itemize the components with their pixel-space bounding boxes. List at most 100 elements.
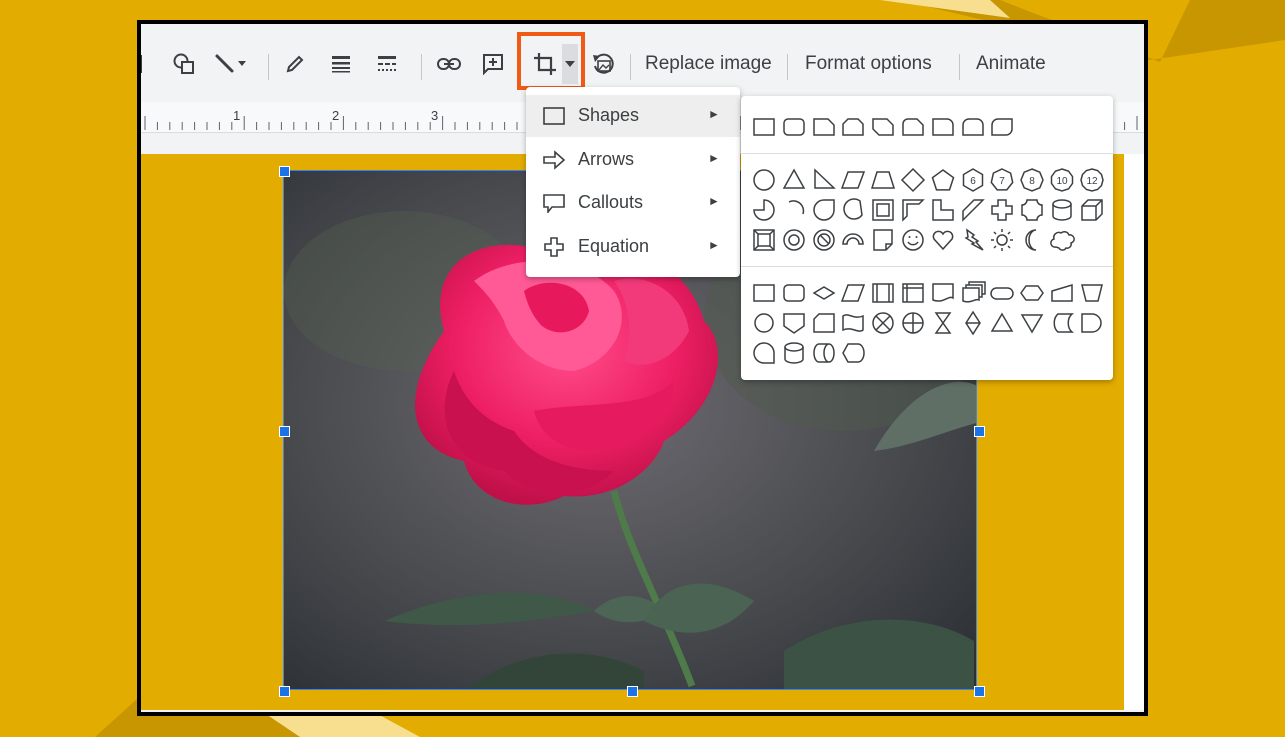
crop-highlight-box	[517, 32, 585, 90]
shape-decagon-icon[interactable]: 10	[1049, 167, 1075, 193]
shape-flow-manual-input-icon[interactable]	[1049, 280, 1075, 306]
svg-text:6: 6	[970, 176, 976, 187]
shape-flow-display-icon[interactable]	[840, 340, 866, 366]
shape-arc-icon[interactable]	[781, 197, 807, 223]
shape-dodecagon-icon[interactable]: 12	[1079, 167, 1105, 193]
shape-flow-offpage-icon[interactable]	[781, 310, 807, 336]
shape-cross-icon[interactable]	[989, 197, 1015, 223]
shape-oval-icon[interactable]	[751, 167, 777, 193]
shape-flow-sort-icon[interactable]	[960, 310, 986, 336]
resize-handle[interactable]	[279, 426, 290, 437]
shape-round-same-side-icon[interactable]	[960, 114, 986, 140]
shape-plaque-icon[interactable]	[1019, 197, 1045, 223]
border-weight-icon[interactable]	[327, 48, 355, 80]
link-icon[interactable]	[435, 48, 463, 80]
shape-triangle-icon[interactable]	[781, 167, 807, 193]
ruler-mark: 1	[233, 108, 241, 123]
menu-item-arrows[interactable]: Arrows ►	[526, 139, 740, 181]
add-comment-icon[interactable]	[479, 48, 507, 80]
border-dash-icon[interactable]	[373, 48, 401, 80]
shape-teardrop-icon[interactable]	[811, 197, 837, 223]
shape-cube-icon[interactable]	[1079, 197, 1105, 223]
shape-snip-same-side-icon[interactable]	[840, 114, 866, 140]
shape-donut-icon[interactable]	[781, 227, 807, 253]
menu-item-label: Arrows	[578, 149, 635, 169]
shape-rounded-rectangle-icon[interactable]	[781, 114, 807, 140]
shape-folded-corner-icon[interactable]	[870, 227, 896, 253]
shape-flow-connector-icon[interactable]	[751, 310, 777, 336]
shape-flow-data-icon[interactable]	[840, 280, 866, 306]
shape-block-arc-icon[interactable]	[840, 227, 866, 253]
shape-diagonal-stripe-icon[interactable]	[960, 197, 986, 223]
shape-octagon-icon[interactable]: 8	[1019, 167, 1045, 193]
shape-no-symbol-icon[interactable]	[811, 227, 837, 253]
shape-snip-corner-icon[interactable]	[811, 114, 837, 140]
shape-flow-delay-icon[interactable]	[1079, 310, 1105, 336]
shape-flow-stored-data-icon[interactable]	[1049, 310, 1075, 336]
shape-flow-preparation-icon[interactable]	[1019, 280, 1045, 306]
shape-round-diagonal-icon[interactable]	[989, 114, 1015, 140]
menu-item-callouts[interactable]: Callouts ►	[526, 182, 740, 224]
shape-flow-terminator-icon[interactable]	[989, 280, 1015, 306]
shape-round-snip-icon[interactable]	[900, 114, 926, 140]
shape-flow-collate-icon[interactable]	[930, 310, 956, 336]
shape-flow-merge-icon[interactable]	[1019, 310, 1045, 336]
menu-item-label: Shapes	[578, 105, 640, 125]
shape-sun-icon[interactable]	[989, 227, 1015, 253]
shape-l-shape-icon[interactable]	[930, 197, 956, 223]
shape-half-frame-icon[interactable]	[900, 197, 926, 223]
shape-chord-icon[interactable]	[840, 197, 866, 223]
shape-flow-internal-storage-icon[interactable]	[900, 280, 926, 306]
shape-flow-card-icon[interactable]	[811, 310, 837, 336]
shape-frame-icon[interactable]	[870, 197, 896, 223]
shape-trapezoid-icon[interactable]	[870, 167, 896, 193]
shape-lightning-icon[interactable]	[960, 227, 986, 253]
shape-flow-document-icon[interactable]	[930, 280, 956, 306]
resize-handle[interactable]	[279, 166, 290, 177]
shape-heptagon-icon[interactable]: 7	[989, 167, 1015, 193]
format-options-button[interactable]: Format options	[805, 50, 932, 78]
shape-snip-diagonal-icon[interactable]	[870, 114, 896, 140]
menu-item-shapes[interactable]: Shapes ►	[526, 95, 740, 137]
shape-flow-predefined-icon[interactable]	[870, 280, 896, 306]
partial-toolbar-icon[interactable]	[141, 48, 147, 80]
shape-parallelogram-icon[interactable]	[840, 167, 866, 193]
shape-pie-icon[interactable]	[751, 197, 777, 223]
animate-button[interactable]: Animate	[976, 50, 1046, 78]
shape-diamond-icon[interactable]	[900, 167, 926, 193]
shape-flow-sequential-icon[interactable]	[751, 340, 777, 366]
shape-flow-extract-icon[interactable]	[989, 310, 1015, 336]
shape-flow-multidocument-icon[interactable]	[960, 280, 986, 306]
shape-icon[interactable]	[169, 48, 199, 80]
shape-bevel-icon[interactable]	[751, 227, 777, 253]
shape-flow-process-icon[interactable]	[751, 280, 777, 306]
resize-handle[interactable]	[627, 686, 638, 697]
shape-rectangle-icon[interactable]	[751, 114, 777, 140]
shape-flow-summing-icon[interactable]	[870, 310, 896, 336]
line-icon[interactable]	[213, 48, 247, 80]
replace-image-button[interactable]: Replace image	[645, 50, 772, 78]
menu-item-equation[interactable]: Equation ►	[526, 226, 740, 268]
shape-round-single-icon[interactable]	[930, 114, 956, 140]
reset-image-icon[interactable]	[589, 48, 617, 80]
shape-flow-or-icon[interactable]	[900, 310, 926, 336]
shape-moon-icon[interactable]	[1019, 227, 1045, 253]
shape-smiley-icon[interactable]	[900, 227, 926, 253]
shape-right-triangle-icon[interactable]	[811, 167, 837, 193]
resize-handle[interactable]	[974, 426, 985, 437]
toolbar-divider	[268, 54, 269, 80]
shape-flow-alt-process-icon[interactable]	[781, 280, 807, 306]
shape-flow-decision-icon[interactable]	[811, 280, 837, 306]
shape-flow-magnetic-disk-icon[interactable]	[781, 340, 807, 366]
pencil-icon[interactable]	[281, 48, 309, 80]
resize-handle[interactable]	[974, 686, 985, 697]
shape-flow-direct-access-icon[interactable]	[811, 340, 837, 366]
shape-can-icon[interactable]	[1049, 197, 1075, 223]
shape-hexagon-icon[interactable]: 6	[960, 167, 986, 193]
shape-flow-manual-operation-icon[interactable]	[1079, 280, 1105, 306]
shape-pentagon-icon[interactable]	[930, 167, 956, 193]
shape-heart-icon[interactable]	[930, 227, 956, 253]
shape-flow-punched-tape-icon[interactable]	[840, 310, 866, 336]
shape-cloud-icon[interactable]	[1049, 227, 1075, 253]
resize-handle[interactable]	[279, 686, 290, 697]
